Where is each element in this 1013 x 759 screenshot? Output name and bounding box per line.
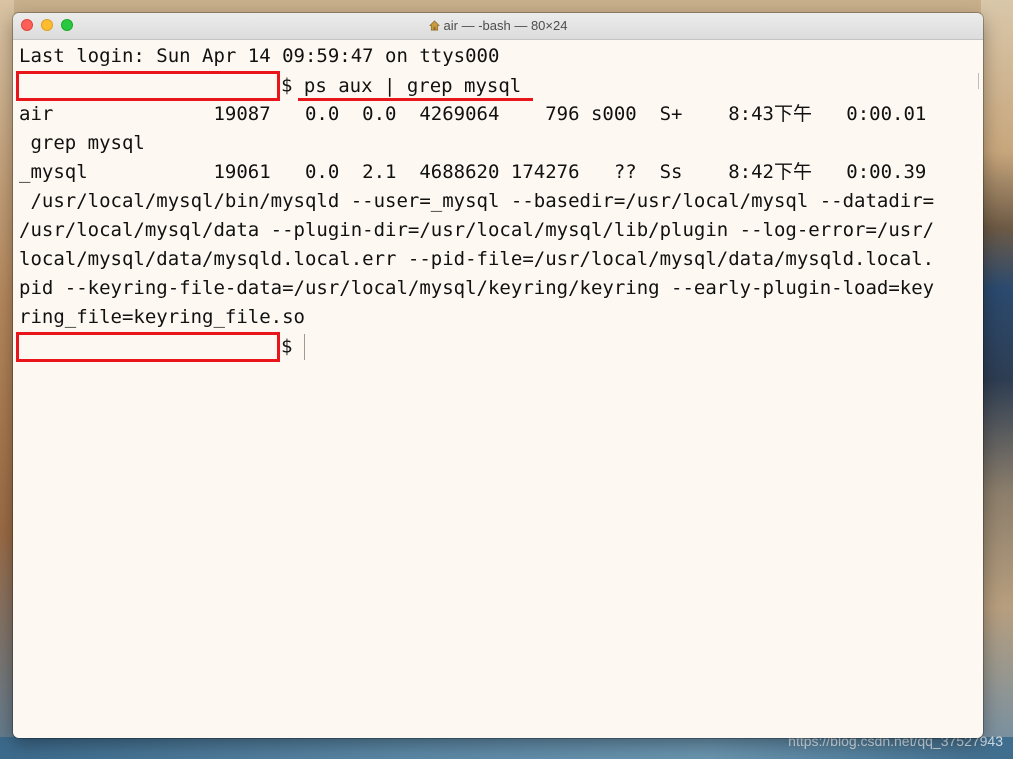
window-title-text: air — -bash — 80×24 [443, 18, 568, 33]
process-row-mysql-cmd-4: pid --keyring-file-data=/usr/local/mysql… [19, 277, 935, 299]
process-row-mysql-cmd-1: /usr/local/mysql/bin/mysqld --user=_mysq… [19, 190, 935, 212]
last-login-line: Last login: Sun Apr 14 09:59:47 on ttys0… [19, 45, 500, 67]
process-row-air-cmd: grep mysql [19, 132, 145, 154]
scroll-indicator[interactable] [978, 73, 979, 89]
command-highlight: ps aux | grep mysql [297, 72, 534, 101]
process-row-mysql: _mysql 19061 0.0 2.1 4688620 174276 ?? S… [19, 161, 927, 183]
process-row-air: air 19087 0.0 0.0 4269064 796 s000 S+ 8:… [19, 103, 927, 125]
redacted-hostname-box [16, 71, 280, 101]
text-cursor [304, 334, 306, 360]
command-text: ps aux | grep mysql [303, 74, 522, 97]
process-row-mysql-cmd-2: /usr/local/mysql/data --plugin-dir=/usr/… [19, 219, 935, 241]
terminal-output[interactable]: Last login: Sun Apr 14 09:59:47 on ttys0… [16, 42, 979, 362]
desktop-wallpaper-right [981, 0, 1013, 759]
prompt-symbol: $ [281, 335, 293, 358]
title-bar[interactable]: air — -bash — 80×24 [13, 13, 983, 40]
desktop-wallpaper-left [0, 0, 14, 759]
redacted-hostname-box [16, 332, 280, 362]
process-row-mysql-cmd-5: ring_file=keyring_file.so [19, 306, 305, 328]
prompt-line-1: $ ps aux | grep mysql [16, 71, 979, 101]
prompt-symbol: $ [281, 74, 293, 97]
home-icon [428, 20, 440, 31]
prompt-line-2[interactable]: $ [16, 332, 979, 362]
terminal-window[interactable]: air — -bash — 80×24 Last login: Sun Apr … [13, 13, 983, 738]
window-title: air — -bash — 80×24 [13, 13, 983, 39]
process-row-mysql-cmd-3: local/mysql/data/mysqld.local.err --pid-… [19, 248, 935, 270]
